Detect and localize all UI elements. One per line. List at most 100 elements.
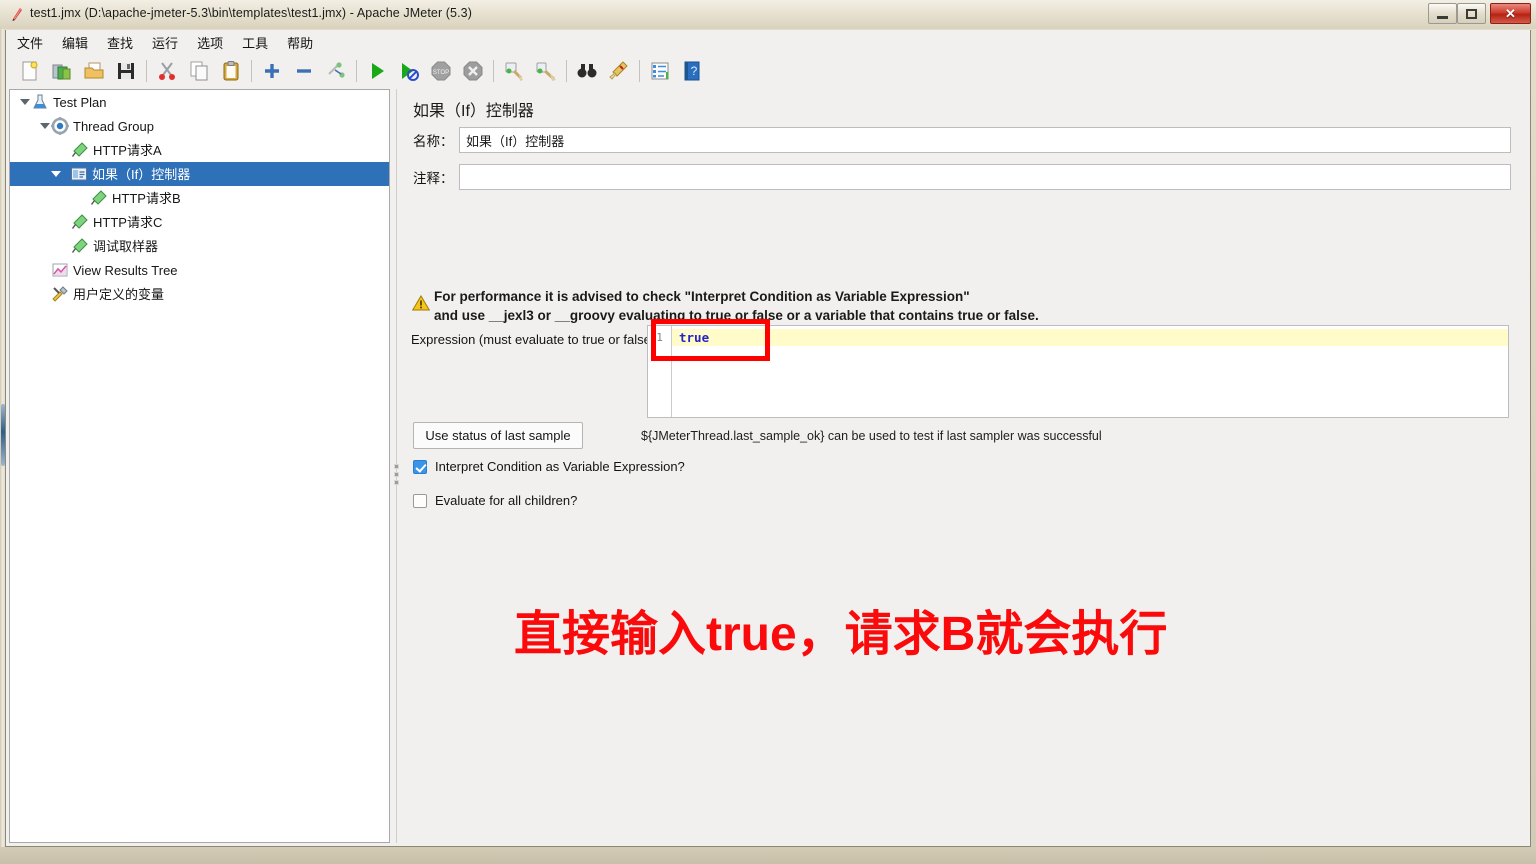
panel-splitter[interactable] — [392, 89, 401, 843]
tree-node-user-defined-variables[interactable]: 用户定义的变量 — [10, 282, 389, 306]
toolbar-clear-all[interactable] — [530, 56, 562, 86]
clear-all-icon — [535, 60, 557, 82]
debug-sampler-icon — [71, 237, 89, 255]
function-helper-icon — [649, 60, 671, 82]
tree-node-label: HTTP请求C — [93, 216, 162, 229]
comment-label: 注释： — [413, 167, 459, 187]
comment-field-row: 注释： — [413, 164, 1518, 190]
expression-label: Expression (must evaluate to true or fal… — [411, 332, 655, 347]
collapse-minus-icon — [293, 60, 315, 82]
toolbar-stop[interactable]: STOP — [425, 56, 457, 86]
tree-node-http-request-c[interactable]: HTTP请求C — [10, 210, 389, 234]
toggle-icon — [325, 60, 347, 82]
comment-input[interactable] — [459, 164, 1511, 190]
use-status-of-last-sample-button[interactable]: Use status of last sample — [413, 422, 583, 449]
warning-line-2: and use __jexl3 or __groovy evaluating t… — [434, 306, 1520, 325]
tree-node-label: HTTP请求B — [112, 192, 181, 205]
clear-icon — [503, 60, 525, 82]
last-sample-hint: ${JMeterThread.last_sample_ok} can be us… — [641, 429, 1102, 443]
menu-run[interactable]: 运行 — [144, 31, 186, 54]
toolbar-collapse-all[interactable] — [288, 56, 320, 86]
tree-node-if-controller[interactable]: 如果（If）控制器 — [10, 162, 389, 186]
toolbar-cut[interactable] — [151, 56, 183, 86]
toolbar-function-helper[interactable] — [644, 56, 676, 86]
interpret-condition-checkbox-row[interactable]: Interpret Condition as Variable Expressi… — [413, 459, 685, 474]
toolbar-open[interactable] — [78, 56, 110, 86]
toolbar-reset-search[interactable] — [603, 56, 635, 86]
menu-edit[interactable]: 编辑 — [54, 31, 96, 54]
copy-icon — [188, 60, 210, 82]
menu-tools[interactable]: 工具 — [234, 31, 276, 54]
open-folder-icon — [83, 60, 105, 82]
menu-options[interactable]: 选项 — [189, 31, 231, 54]
test-plan-tree[interactable]: Test Plan Thread Group — [9, 89, 390, 843]
chevron-down-icon[interactable] — [51, 169, 62, 180]
toolbar-clear[interactable] — [498, 56, 530, 86]
user-defined-variables-icon — [51, 285, 69, 303]
expression-editor[interactable]: 1 true — [647, 325, 1509, 418]
save-floppy-icon — [115, 60, 137, 82]
menu-search[interactable]: 查找 — [99, 31, 141, 54]
if-controller-icon — [70, 165, 88, 183]
tree-node-label: Thread Group — [73, 120, 154, 133]
minimize-icon — [1437, 16, 1448, 19]
grip-dot — [394, 464, 399, 469]
toolbar-toggle[interactable] — [320, 56, 352, 86]
expression-value[interactable]: true — [672, 329, 1508, 346]
paste-clipboard-icon — [220, 60, 242, 82]
line-number-gutter: 1 — [648, 326, 672, 417]
toolbar-help[interactable]: ? — [676, 56, 708, 86]
toolbar-expand-all[interactable] — [256, 56, 288, 86]
http-sampler-icon — [71, 213, 89, 231]
name-label: 名称： — [413, 130, 459, 150]
tree-node-test-plan[interactable]: Test Plan — [10, 90, 389, 114]
toolbar-start[interactable] — [361, 56, 393, 86]
menu-file[interactable]: 文件 — [9, 31, 51, 54]
tree-node-debug-sampler[interactable]: 调试取样器 — [10, 234, 389, 258]
toolbar-save[interactable] — [110, 56, 142, 86]
http-sampler-icon — [90, 189, 108, 207]
toolbar-templates[interactable] — [46, 56, 78, 86]
close-icon: ✕ — [1505, 7, 1516, 20]
main-content: Test Plan Thread Group — [5, 87, 1531, 847]
window-bottom-edge — [0, 847, 1536, 864]
toolbar-search[interactable] — [571, 56, 603, 86]
tree-node-http-request-a[interactable]: HTTP请求A — [10, 138, 389, 162]
title-bar: test1.jmx (D:\apache-jmeter-5.3\bin\temp… — [0, 0, 1536, 29]
tree-node-label: Test Plan — [53, 96, 106, 109]
expand-plus-icon — [261, 60, 283, 82]
chevron-down-icon[interactable] — [40, 121, 51, 132]
toolbar-copy[interactable] — [183, 56, 215, 86]
window-title: test1.jmx (D:\apache-jmeter-5.3\bin\temp… — [30, 6, 472, 20]
code-area[interactable]: true — [672, 326, 1508, 417]
tree-node-label: View Results Tree — [73, 264, 178, 277]
start-play-icon — [366, 60, 388, 82]
tree-node-view-results-tree[interactable]: View Results Tree — [10, 258, 389, 282]
toolbar-paste[interactable] — [215, 56, 247, 86]
annotation-text: 直接输入true，请求B就会执行 — [514, 594, 1167, 664]
http-sampler-icon — [71, 141, 89, 159]
toolbar-separator — [356, 60, 357, 82]
close-button[interactable]: ✕ — [1490, 3, 1531, 24]
toolbar-separator — [146, 60, 147, 82]
evaluate-all-children-checkbox-row[interactable]: Evaluate for all children? — [413, 493, 577, 508]
toolbar-new[interactable] — [14, 56, 46, 86]
tree-node-label: 用户定义的变量 — [73, 288, 164, 301]
if-controller-config-panel: 如果（If）控制器 名称： 注释： For performance it is … — [402, 89, 1528, 843]
maximize-button[interactable] — [1457, 3, 1486, 24]
chevron-down-icon[interactable] — [20, 97, 31, 108]
menu-help[interactable]: 帮助 — [279, 31, 321, 54]
splitter-grip[interactable] — [394, 464, 399, 488]
tree-node-thread-group[interactable]: Thread Group — [10, 114, 389, 138]
tree-node-http-request-b[interactable]: HTTP请求B — [10, 186, 389, 210]
templates-icon — [51, 60, 73, 82]
toolbar: STOP — [5, 55, 1531, 87]
name-input[interactable] — [459, 127, 1511, 153]
toolbar-start-no-pauses[interactable] — [393, 56, 425, 86]
evaluate-all-children-checkbox[interactable] — [413, 494, 427, 508]
toolbar-shutdown[interactable] — [457, 56, 489, 86]
line-number: 1 — [648, 329, 671, 346]
interpret-condition-checkbox[interactable] — [413, 460, 427, 474]
minimize-button[interactable] — [1428, 3, 1457, 24]
thread-group-icon — [51, 117, 69, 135]
